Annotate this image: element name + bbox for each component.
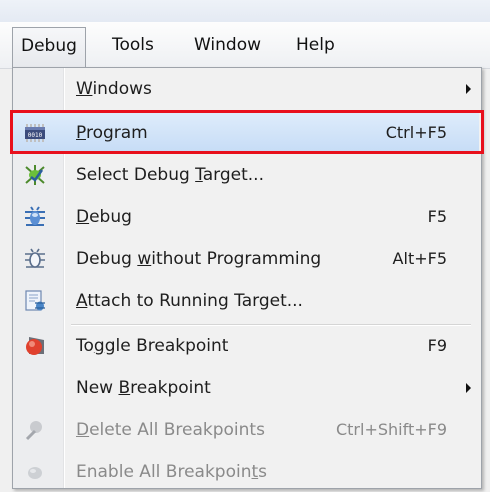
menu-item-attach-to-running-target[interactable]: Attach to Running Target... <box>13 281 479 321</box>
menu-item-label: Enable All Breakpoints <box>76 462 268 482</box>
menu-item-label: Select Debug Target... <box>76 165 264 185</box>
menu-item-new-breakpoint[interactable]: New Breakpoint <box>13 368 479 408</box>
menu-item-debug-without-programming[interactable]: Debug without Programming Alt+F5 <box>13 239 479 279</box>
background-window-strip <box>0 0 490 22</box>
menu-shortcut: F9 <box>427 336 447 355</box>
menu-item-label: Debug <box>76 207 132 227</box>
target-bug-icon <box>25 165 45 185</box>
chip-icon: 0010 <box>25 124 45 142</box>
attach-icon <box>25 290 45 311</box>
menu-item-label: Toggle Breakpoint <box>76 336 229 356</box>
svg-text:0010: 0010 <box>28 132 43 139</box>
menu-item-enable-all-breakpoints[interactable]: Enable All Breakpoints <box>13 452 479 492</box>
bug-outline-icon <box>25 248 45 268</box>
menu-item-label: Debug without Programming <box>76 249 322 269</box>
menu-shortcut: Ctrl+Shift+F9 <box>335 420 447 439</box>
menu-item-label: Attach to Running Target... <box>76 291 303 311</box>
menu-item-delete-all-breakpoints[interactable]: Delete All Breakpoints Ctrl+Shift+F9 <box>13 410 479 450</box>
bug-icon <box>25 206 45 226</box>
menu-separator <box>71 324 471 326</box>
menu-item-label: Windows <box>76 79 152 99</box>
menu-debug[interactable]: Debug <box>12 27 86 69</box>
menu-help[interactable]: Help <box>288 27 343 63</box>
menu-item-windows[interactable]: Windows <box>13 69 479 109</box>
menu-item-label: New Breakpoint <box>76 378 211 398</box>
menu-bar: Debug Tools Window Help <box>0 22 490 69</box>
breakpoint-icon <box>26 337 44 355</box>
menu-item-label: Program <box>76 123 148 143</box>
submenu-arrow-icon <box>466 383 471 393</box>
menu-item-select-debug-target[interactable]: Select Debug Target... <box>13 155 479 195</box>
menu-tools[interactable]: Tools <box>104 27 162 63</box>
menu-item-program[interactable]: 0010 Program Ctrl+F5 <box>10 110 484 154</box>
debug-dropdown-menu: Windows 0010 Program Ctrl+F5 Select Debu… <box>10 67 484 492</box>
menu-item-debug[interactable]: Debug F5 <box>13 197 479 237</box>
menu-window[interactable]: Window <box>186 27 269 63</box>
menu-shortcut: Alt+F5 <box>392 249 447 268</box>
submenu-arrow-icon <box>466 84 471 94</box>
menu-shortcut: F5 <box>427 207 447 226</box>
enable-breakpoints-icon <box>28 467 42 479</box>
delete-breakpoints-icon <box>25 421 42 441</box>
menu-item-label: Delete All Breakpoints <box>76 420 265 440</box>
menu-item-toggle-breakpoint[interactable]: Toggle Breakpoint F9 <box>13 326 479 366</box>
menu-shortcut: Ctrl+F5 <box>385 123 447 142</box>
